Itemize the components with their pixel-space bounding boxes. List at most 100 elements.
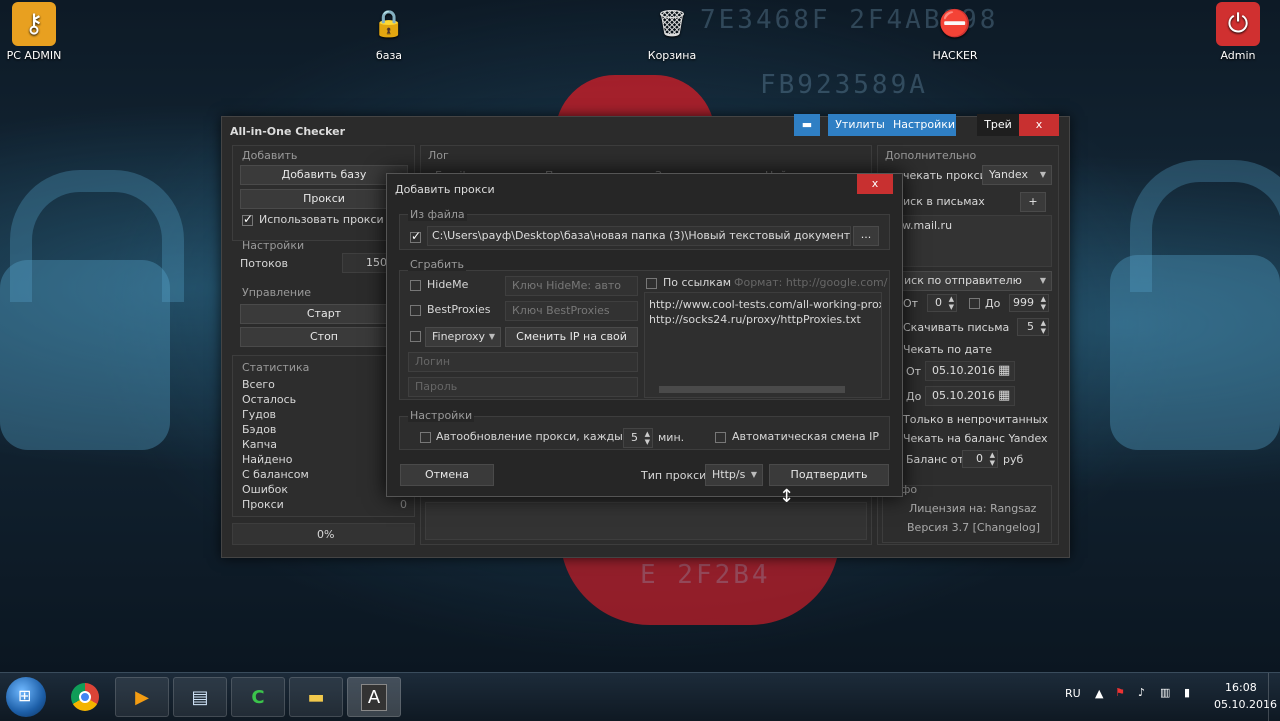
auto-update-spinner[interactable]: 5 ▲ ▼ [623, 428, 653, 448]
from-spinner[interactable]: 0 ▲ ▼ [927, 294, 957, 312]
clock-time[interactable]: 16:08 [1225, 681, 1257, 694]
proxy-engine-select[interactable]: Yandex ▼ [982, 165, 1052, 185]
log-list[interactable] [425, 502, 867, 540]
add-base-button[interactable]: Добавить базу [240, 165, 408, 185]
spinner-arrows-icon: ▲ ▼ [1040, 319, 1046, 335]
change-ip-button[interactable]: Сменить IP на свой [505, 327, 638, 347]
desktop-icon-recycle-bin[interactable]: 🗑 Корзина [632, 2, 712, 62]
link-item: http://www.cool-tests.com/all-working-pr… [649, 298, 882, 311]
to-checkbox[interactable] [969, 298, 980, 309]
close-button[interactable]: x [1019, 114, 1059, 136]
lock-icon: 🔒 [372, 9, 406, 39]
horizontal-scrollbar[interactable] [659, 386, 845, 393]
settings-button[interactable]: Настройки [892, 114, 956, 136]
check-proxies-label: чекать прокси [903, 169, 987, 182]
signal-icon[interactable]: ▮ [1184, 686, 1190, 699]
login-field[interactable]: Логин [408, 352, 638, 372]
stop-button[interactable]: Стоп [240, 327, 408, 347]
show-desktop-button[interactable] [1268, 673, 1280, 721]
auto-change-ip-checkbox[interactable] [715, 432, 726, 443]
use-proxies-checkbox[interactable] [242, 212, 253, 226]
bestproxies-label: BestProxies [427, 303, 491, 316]
balance-from-label: Баланс от [906, 453, 964, 466]
folder-button[interactable]: ▬ [794, 114, 820, 136]
auto-update-checkbox[interactable] [420, 432, 431, 443]
desktop-icon-base[interactable]: 🔒 база [349, 2, 429, 62]
download-letters-label: Скачивать письма [903, 321, 1010, 334]
stat-errors: Ошибок [242, 483, 289, 496]
progress-bar: 0% [232, 523, 415, 545]
camtasia-icon[interactable]: C [231, 677, 285, 717]
tray-button[interactable]: Трей [977, 114, 1019, 136]
confirm-button[interactable]: Подтвердить [769, 464, 889, 486]
proxy-type-select[interactable]: Http/s ▼ [705, 464, 763, 486]
bestproxies-key-field[interactable]: Ключ BestProxies [505, 301, 638, 321]
hideme-label: HideMe [427, 278, 469, 291]
from-file-checkbox[interactable] [410, 229, 421, 243]
license-text: Лицензия на: Rangsaz [909, 502, 1037, 515]
stat-remaining: Осталось [242, 393, 297, 406]
hideme-checkbox[interactable] [410, 280, 421, 291]
browse-button[interactable]: ... [853, 226, 879, 246]
links-textarea[interactable]: http://www.cool-tests.com/all-working-pr… [644, 292, 882, 398]
mail-list[interactable]: w.mail.ru [885, 215, 1052, 267]
cancel-button[interactable]: Отмена [400, 464, 494, 486]
fineproxy-checkbox[interactable] [410, 331, 421, 342]
search-in-mail-label: иск в письмах [903, 195, 985, 208]
spinner-arrows-icon: ▲ ▼ [644, 430, 650, 446]
proxy-type-label: Тип прокси [641, 469, 707, 482]
info-group-label: фо [901, 483, 918, 496]
bestproxies-checkbox[interactable] [410, 305, 421, 316]
language-indicator[interactable]: RU [1065, 687, 1081, 700]
to-spinner[interactable]: 999 ▲ ▼ [1009, 294, 1049, 312]
calendar-icon[interactable]: ▦ [998, 363, 1010, 378]
only-unread-label: Только в непрочитанных [903, 413, 1049, 426]
app-a-icon[interactable]: A [347, 677, 401, 717]
by-links-checkbox[interactable] [646, 278, 657, 289]
threads-field[interactable]: 150 [342, 253, 392, 273]
notepad-icon[interactable]: ▤ [173, 677, 227, 717]
stat-captcha: Капча [242, 438, 277, 451]
tray-arrow-icon[interactable]: ▲ [1095, 687, 1103, 700]
auto-change-ip-label: Автоматическая смена IP [732, 430, 879, 443]
format-hint: Формат: http://google.com/ [734, 276, 888, 289]
stat-with-balance: С балансом [242, 468, 309, 481]
stats-group-label: Статистика [242, 361, 310, 374]
media-player-icon[interactable]: ▶ [115, 677, 169, 717]
desktop-icon-hacker[interactable]: ⛔ HACKER [915, 2, 995, 62]
date-to-label: До [906, 390, 922, 403]
fineproxy-select[interactable]: Fineproxy ▼ [425, 327, 501, 347]
extra-group-label: Дополнительно [885, 149, 977, 162]
file-path-field[interactable]: C:\Users\рауф\Desktop\база\новая папка (… [427, 226, 851, 246]
proxies-button[interactable]: Прокси [240, 189, 408, 209]
chevron-down-icon: ▼ [1039, 276, 1046, 285]
log-group-label: Лог [428, 149, 449, 162]
currency-label: руб [1003, 453, 1024, 466]
utilities-button[interactable]: Утилиты [828, 114, 892, 136]
search-by-sender-select[interactable]: иск по отправителю ▼ [885, 271, 1052, 291]
start-button[interactable]: ⊞ [6, 677, 46, 717]
network-icon[interactable]: ▥ [1160, 686, 1170, 699]
volume-icon[interactable]: ♪ [1138, 686, 1145, 699]
calendar-icon[interactable]: ▦ [998, 388, 1010, 403]
flag-icon[interactable]: ⚑ [1115, 686, 1125, 699]
desktop-icon-pc-admin[interactable]: ⚷ PC ADMIN [0, 2, 74, 62]
start-button[interactable]: Старт [240, 304, 408, 324]
explorer-icon[interactable]: ▬ [289, 677, 343, 717]
dialog-close-button[interactable]: x [857, 174, 893, 194]
desktop-icon-admin[interactable]: ⏻ Admin [1198, 2, 1278, 62]
version-link[interactable]: Версия 3.7 [Changelog] [907, 521, 1040, 534]
password-field[interactable]: Пароль [408, 377, 638, 397]
no-entry-icon: ⛔ [938, 9, 972, 39]
chevron-down-icon: ▼ [750, 470, 757, 479]
chrome-icon[interactable] [58, 677, 112, 717]
add-mail-button[interactable]: + [1020, 192, 1046, 212]
stat-bads: Бэдов [242, 423, 277, 436]
hideme-key-field[interactable]: Ключ HideMe: авто [505, 276, 638, 296]
download-spinner[interactable]: 5 ▲ ▼ [1017, 318, 1049, 336]
by-links-label: По ссылкам [663, 276, 731, 289]
spinner-arrows-icon: ▲ ▼ [948, 295, 954, 311]
control-group-label: Управление [242, 286, 312, 299]
balance-spinner[interactable]: 0 ▲ ▼ [962, 450, 998, 468]
auto-update-label: Автообновление прокси, каждые [436, 430, 630, 443]
